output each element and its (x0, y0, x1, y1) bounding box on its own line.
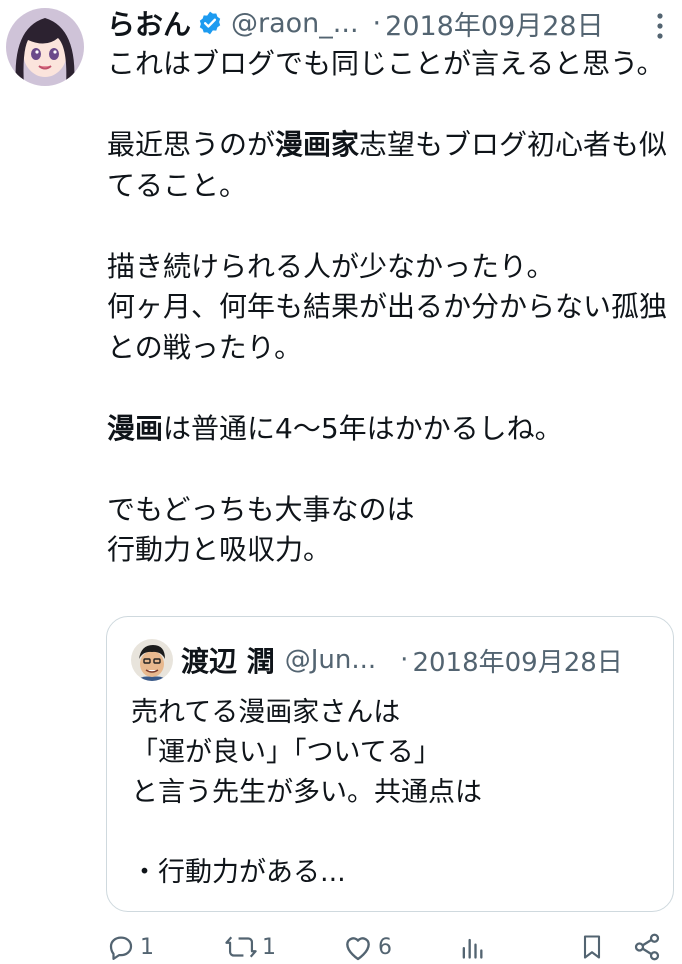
reply-icon (106, 932, 136, 962)
views-button[interactable] (458, 930, 486, 964)
retweet-button[interactable]: 1 (224, 930, 276, 964)
quoted-author-avatar[interactable] (131, 639, 173, 681)
retweet-icon (224, 932, 258, 962)
author-handle[interactable]: @raon_... (231, 8, 359, 39)
reply-count: 1 (140, 934, 154, 960)
tweet-text: これはブログでも同じことが言えると思う。 最近思うのが漫画家志望もブログ初心者も… (107, 44, 675, 571)
views-icon (458, 932, 486, 962)
quoted-author-handle: @Jun... (284, 645, 377, 675)
bookmark-icon (578, 932, 606, 962)
author-display-name[interactable]: らおん (107, 3, 191, 43)
tweet-text-bold-segment: 漫画家 (275, 128, 360, 161)
quoted-tweet-header: 渡辺 潤 @Jun... · 2018年09月28日 (181, 639, 623, 681)
tweet-text-segment: は普通に4〜5年はかかるしね。 でもどっちも大事なのは 行動力と吸収力。 (107, 411, 563, 567)
tweet-text-segment: 志望もブログ初心者も似てること。 描き続けられる人が少なかったり。 何ヶ月、何年… (107, 128, 668, 364)
more-options-icon[interactable] (650, 10, 670, 42)
tweet-date[interactable]: 2018年09月28日 (385, 4, 603, 43)
author-avatar[interactable] (6, 8, 84, 86)
tweet-actions: 1 1 6 (106, 930, 676, 964)
like-count: 6 (378, 934, 392, 960)
quoted-author-display-name: 渡辺 潤 (181, 645, 275, 678)
share-button[interactable] (632, 930, 662, 964)
reply-button[interactable]: 1 (106, 930, 154, 964)
like-icon (342, 932, 374, 962)
tweet-header: らおん @raon_... · 2018年09月28日 (107, 4, 677, 42)
header-separator: · (372, 7, 382, 39)
verified-badge-icon (197, 10, 223, 36)
tweet-text-bold-segment: 漫画 (107, 411, 164, 445)
quoted-header-separator: · (400, 645, 409, 675)
quoted-tweet[interactable]: 渡辺 潤 @Jun... · 2018年09月28日 売れてる漫画家さんは 「運… (106, 616, 674, 912)
bookmark-button[interactable] (578, 930, 606, 964)
share-icon (632, 932, 662, 962)
tweet[interactable]: らおん @raon_... · 2018年09月28日 これはブログでも同じこと… (0, 0, 682, 961)
like-button[interactable]: 6 (342, 930, 392, 964)
quoted-tweet-date: 2018年09月28日 (412, 647, 623, 678)
retweet-count: 1 (262, 934, 276, 960)
quoted-tweet-text: 売れてる漫画家さんは 「運が良い」「ついてる」 と言う先生が多い。共通点は ・行… (131, 697, 482, 888)
